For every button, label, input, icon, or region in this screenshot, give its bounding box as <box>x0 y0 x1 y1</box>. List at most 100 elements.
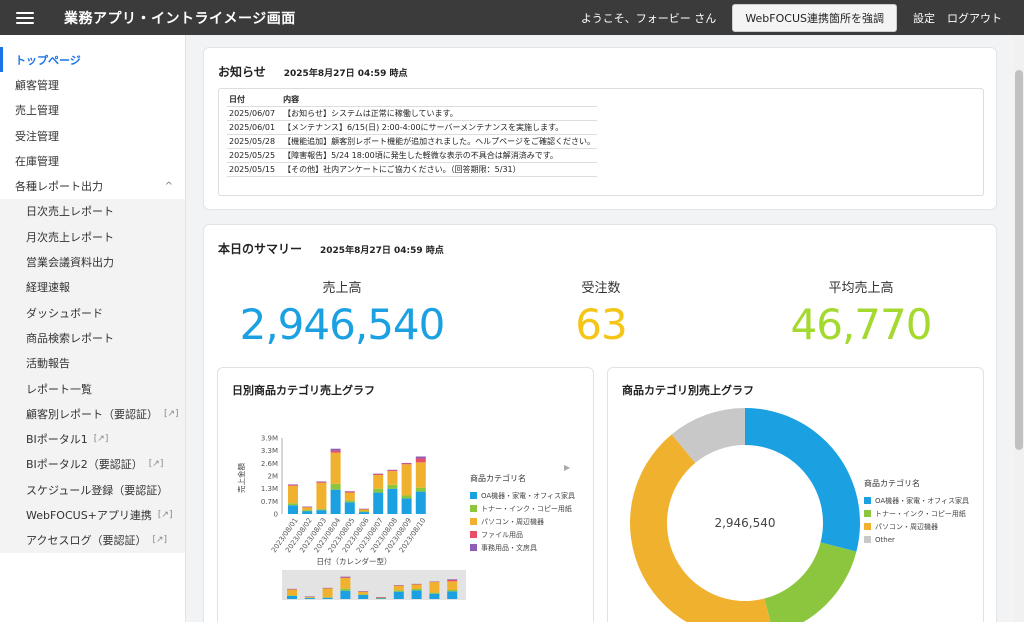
sidebar-subitem[interactable]: 活動報告 <box>0 351 185 376</box>
daily-sales-bar-chart[interactable]: 00.7M1.3M2M2.6M3.3M3.9M売上金額2023/08/01202… <box>232 418 492 622</box>
sidebar-subitem[interactable]: 経理速報 <box>0 275 185 300</box>
category-sales-chart-card: 商品カテゴリ別売上グラフ 2,946,540 商品カテゴリ名 OA機器・家電・オ… <box>607 367 984 622</box>
legend-item[interactable]: OA機器・家電・オフィス家具 <box>864 494 969 507</box>
webfocus-highlight-button[interactable]: WebFOCUS連携箇所を強調 <box>732 3 897 32</box>
scrollbar[interactable] <box>1014 35 1024 622</box>
legend-label: OA機器・家電・オフィス家具 <box>875 496 970 505</box>
navigator-bar-segment <box>358 591 369 595</box>
bar-segment <box>415 458 426 463</box>
sidebar-item[interactable]: 売上管理 <box>0 98 185 123</box>
daily-chart-title: 日別商品カテゴリ売上グラフ <box>232 384 375 397</box>
news-date: 2025/05/25 <box>227 148 282 163</box>
sidebar-subitem[interactable]: レポート一覧 <box>0 376 185 401</box>
chevron-up-icon[interactable]: ^ <box>165 181 173 192</box>
top-bar: 業務アプリ・イントライメージ画面 ようこそ、フォービー さん WebFOCUS連… <box>0 0 1024 35</box>
legend-item[interactable]: トナー・インク・コピー用紙 <box>864 507 969 520</box>
y-tick-label: 1.3M <box>261 485 278 493</box>
legend-next-icon[interactable]: ▶ <box>564 463 570 472</box>
scrollbar-thumb[interactable] <box>1015 70 1023 450</box>
donut-center-total: 2,946,540 <box>714 516 775 530</box>
legend-item[interactable]: Other <box>864 533 969 546</box>
sidebar-subitem[interactable]: 商品検索レポート <box>0 325 185 350</box>
legend-swatch <box>470 505 477 512</box>
logout-link[interactable]: ログアウト <box>947 10 1002 26</box>
bar-segment <box>302 511 313 514</box>
legend-swatch <box>864 523 871 530</box>
menu-icon[interactable] <box>16 11 34 24</box>
navigator-bar-segment <box>358 594 369 595</box>
navigator-bar-segment <box>447 580 458 582</box>
sidebar-item[interactable]: 顧客管理 <box>0 72 185 97</box>
sidebar-subitem-label: スケジュール登録（要認証） <box>26 483 169 497</box>
sidebar: トップページ 顧客管理 売上管理 受注管理 在庫管理 各種レポート出力 ^ 日次売上レポート… <box>0 35 186 622</box>
navigator-bar-segment <box>429 582 440 593</box>
news-row: 2025/06/07 【お知らせ】システムは正常に稼働しています。 <box>227 106 597 121</box>
navigator-bar-segment <box>393 590 404 592</box>
y-axis-label: 売上金額 <box>236 463 246 493</box>
donut-chart-legend: 商品カテゴリ名 OA機器・家電・オフィス家具トナー・インク・コピー用紙 パソコン・… <box>864 478 969 546</box>
navigator-bar-segment <box>340 588 351 591</box>
sidebar-subitem[interactable]: アクセスログ（要認証） [↗] <box>0 528 185 553</box>
bar-segment <box>387 471 398 485</box>
legend-label: トナー・インク・コピー用紙 <box>481 504 572 513</box>
sidebar-subitem[interactable]: BIポータル2（要認証） [↗] <box>0 452 185 477</box>
sidebar-subitem[interactable]: 顧客別レポート（要認証） [↗] <box>0 401 185 426</box>
news-title: お知らせ <box>218 65 266 79</box>
legend-item[interactable]: OA機器・家電・オフィス家具 <box>470 489 575 502</box>
sidebar-subitem[interactable]: ダッシュボード <box>0 300 185 325</box>
sidebar-subitem[interactable]: BIポータル1 [↗] <box>0 426 185 451</box>
bar-segment <box>316 482 327 510</box>
bar-segment <box>387 469 398 471</box>
news-text: 【機能追加】顧客別レポート機能が追加されました。ヘルプページをご確認ください。 <box>281 134 597 149</box>
legend-swatch <box>864 536 871 543</box>
donut-legend-title: 商品カテゴリ名 <box>864 479 920 488</box>
legend-label: パソコン・周辺機器 <box>481 517 544 526</box>
x-axis-label: 日付（カレンダー型） <box>317 556 392 566</box>
legend-item[interactable]: パソコン・周辺機器 <box>864 520 969 533</box>
news-text: 【その他】社内アンケートにご協力ください。（回答期限：5/31） <box>281 162 597 177</box>
report-submenu: 日次売上レポート月次売上レポート営業会議資料出力 経理速報 ダッシュボード商品検索レ… <box>0 198 185 553</box>
sidebar-subitem-label: 商品検索レポート <box>26 331 114 345</box>
sidebar-subitem[interactable]: 月次売上レポート <box>0 224 185 249</box>
navigator-bar-segment <box>287 595 297 596</box>
sidebar-item[interactable]: トップページ <box>0 47 185 73</box>
navigator-bar-segment <box>411 589 422 591</box>
news-date: 2025/05/15 <box>227 162 282 177</box>
donut-slice[interactable] <box>745 408 860 552</box>
app-title: 業務アプリ・イントライメージ画面 <box>64 10 296 27</box>
category-sales-donut-chart[interactable]: 2,946,540 <box>630 408 860 622</box>
sidebar-item[interactable]: 受注管理 <box>0 123 185 148</box>
navigator-bar-segment <box>393 591 404 599</box>
bar-segment <box>330 452 341 484</box>
sidebar-subitem[interactable]: WebFOCUS+アプリ連携 [↗] <box>0 502 185 527</box>
sidebar-subitem[interactable]: スケジュール登録（要認証） <box>0 477 185 502</box>
sidebar-item[interactable]: 各種レポート出力 ^ <box>0 173 185 198</box>
bar-segment <box>401 464 412 496</box>
bar-segment <box>302 510 313 512</box>
bar-segment <box>316 481 327 483</box>
donut-slice[interactable] <box>764 542 857 622</box>
sidebar-item[interactable]: 在庫管理 <box>0 148 185 173</box>
legend-item[interactable]: 事務用品・文房具 <box>470 541 575 554</box>
legend-item[interactable]: トナー・インク・コピー用紙 <box>470 502 575 515</box>
sidebar-subitem-label: 月次売上レポート <box>26 230 114 244</box>
sidebar-subitem[interactable]: 営業会議資料出力 <box>0 249 185 274</box>
y-tick-label: 3.9M <box>261 435 278 443</box>
bar-legend-title: 商品カテゴリ名 <box>470 474 526 483</box>
legend-item[interactable]: パソコン・周辺機器 <box>470 515 575 528</box>
navigator-bar-segment <box>447 579 458 580</box>
bar-segment <box>373 474 384 476</box>
news-date: 2025/06/07 <box>227 106 282 121</box>
bar-segment <box>401 463 412 465</box>
bar-segment <box>373 492 384 514</box>
bar-segment <box>415 462 426 488</box>
bar-segment <box>401 498 412 514</box>
navigator-bar-segment <box>411 590 422 599</box>
legend-item[interactable]: ファイル用品 <box>470 528 575 541</box>
settings-link[interactable]: 設定 <box>913 10 935 26</box>
sidebar-subitem[interactable]: 日次売上レポート <box>0 199 185 224</box>
bar-segment <box>288 505 298 514</box>
bar-segment <box>344 502 355 514</box>
bar-segment <box>288 484 298 485</box>
sidebar-subitem-label: 活動報告 <box>26 357 70 371</box>
